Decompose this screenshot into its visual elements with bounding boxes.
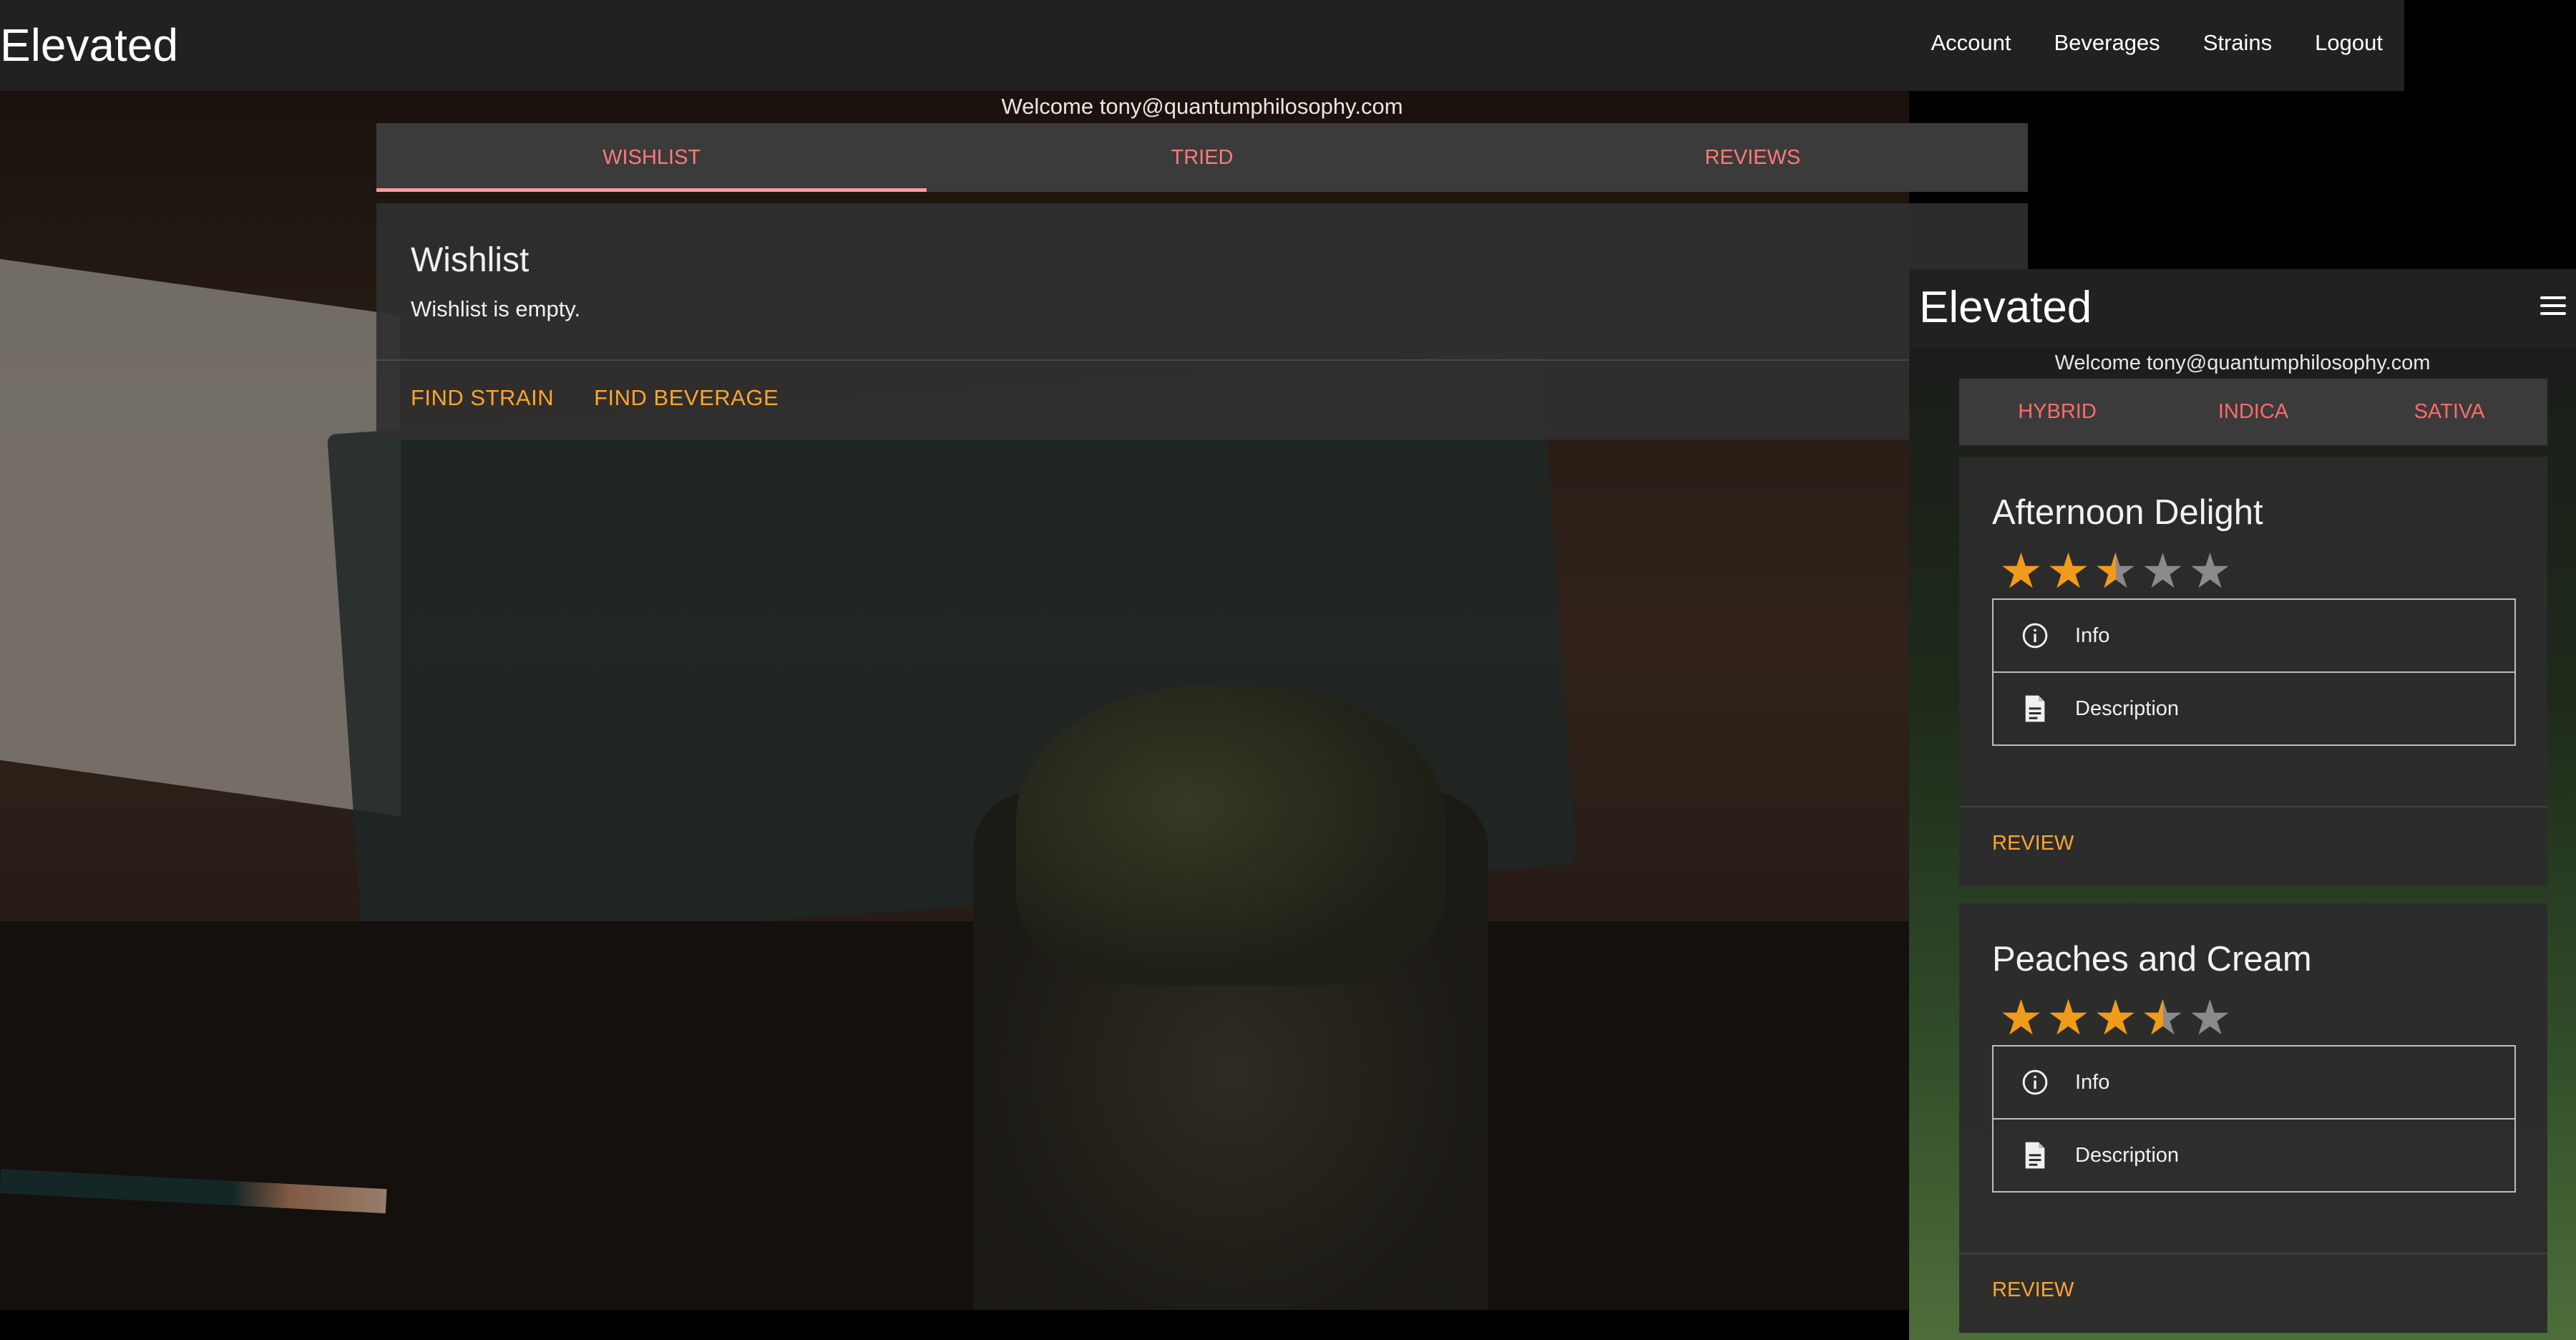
star-icon[interactable]: ★★ xyxy=(2046,547,2091,596)
description-item[interactable]: Description xyxy=(1994,1120,2514,1191)
description-item[interactable]: Description xyxy=(1994,673,2514,744)
star-icon[interactable]: ★★ xyxy=(1999,994,2044,1042)
wishlist-card: Wishlist Wishlist is empty. FIND STRAIN … xyxy=(376,203,2028,440)
star-icon[interactable]: ★★ xyxy=(2094,547,2138,596)
strain-name: Peaches and Cream xyxy=(1992,940,2312,979)
strain-details-list: Info Description xyxy=(1992,598,2516,746)
nav-links: Account Beverages Strains Logout xyxy=(1931,30,2383,56)
tab-indica[interactable]: INDICA xyxy=(2155,379,2351,445)
mobile-navbar: Elevated xyxy=(1909,269,2576,348)
wishlist-empty-text: Wishlist is empty. xyxy=(411,296,581,321)
info-label: Info xyxy=(2075,1070,2110,1094)
strain-card: Peaches and Cream ★★ ★★ ★★ ★★ ★★ Info De… xyxy=(1959,903,2547,1333)
star-icon[interactable]: ★★ xyxy=(2188,994,2233,1042)
star-rating[interactable]: ★★ ★★ ★★ ★★ ★★ xyxy=(1999,547,2233,596)
mobile-welcome-message: Welcome tony@quantumphilosophy.com xyxy=(2054,351,2431,374)
info-circle-icon xyxy=(2015,1068,2055,1097)
info-label: Info xyxy=(2075,623,2110,647)
find-beverage-button[interactable]: FIND BEVERAGE xyxy=(594,385,779,411)
info-item[interactable]: Info xyxy=(1994,1047,2514,1120)
tab-sativa[interactable]: SATIVA xyxy=(2351,379,2547,445)
mobile-brand-logo[interactable]: Elevated xyxy=(1919,282,2092,333)
account-tabs: WISHLIST TRIED REVIEWS xyxy=(376,123,2028,192)
wishlist-title: Wishlist xyxy=(411,241,530,279)
brand-logo[interactable]: Elevated xyxy=(0,19,178,72)
nav-strains[interactable]: Strains xyxy=(2203,30,2272,56)
strain-card: Afternoon Delight ★★ ★★ ★★ ★★ ★★ Info De… xyxy=(1959,457,2547,886)
card-divider xyxy=(1959,806,2547,807)
tab-reviews[interactable]: REVIEWS xyxy=(1478,123,2028,192)
hamburger-menu-icon[interactable] xyxy=(2540,296,2566,318)
tab-hybrid[interactable]: HYBRID xyxy=(1959,379,2155,445)
card-divider xyxy=(1959,1253,2547,1254)
card-actions: FIND STRAIN FIND BEVERAGE xyxy=(411,385,779,411)
description-label: Description xyxy=(2075,696,2180,720)
strain-details-list: Info Description xyxy=(1992,1045,2516,1193)
document-icon xyxy=(2015,694,2055,723)
star-icon[interactable]: ★★ xyxy=(2141,994,2185,1042)
nav-account[interactable]: Account xyxy=(1931,30,2011,56)
mobile-view: Elevated Welcome tony@quantumphilosophy.… xyxy=(1909,269,2576,1340)
review-button[interactable]: REVIEW xyxy=(1992,1278,2074,1302)
strain-type-tabs: HYBRID INDICA SATIVA xyxy=(1959,379,2547,445)
top-navbar: Elevated Account Beverages Strains Logou… xyxy=(0,0,2404,91)
description-label: Description xyxy=(2075,1143,2180,1167)
nav-logout[interactable]: Logout xyxy=(2315,30,2383,56)
review-button[interactable]: REVIEW xyxy=(1992,832,2074,855)
document-icon xyxy=(2015,1141,2055,1170)
find-strain-button[interactable]: FIND STRAIN xyxy=(411,385,554,411)
star-icon[interactable]: ★★ xyxy=(1999,547,2044,596)
card-divider xyxy=(376,359,2028,361)
welcome-message: Welcome tony@quantumphilosophy.com xyxy=(1001,94,1403,119)
star-icon[interactable]: ★★ xyxy=(2141,547,2185,596)
star-icon[interactable]: ★★ xyxy=(2188,547,2233,596)
star-icon[interactable]: ★★ xyxy=(2094,994,2138,1042)
tab-tried[interactable]: TRIED xyxy=(927,123,1477,192)
star-icon[interactable]: ★★ xyxy=(2046,994,2091,1042)
nav-beverages[interactable]: Beverages xyxy=(2054,30,2160,56)
star-rating[interactable]: ★★ ★★ ★★ ★★ ★★ xyxy=(1999,994,2233,1042)
tab-wishlist[interactable]: WISHLIST xyxy=(376,123,927,192)
info-item[interactable]: Info xyxy=(1994,600,2514,673)
info-circle-icon xyxy=(2015,621,2055,650)
strain-name: Afternoon Delight xyxy=(1992,493,2263,532)
